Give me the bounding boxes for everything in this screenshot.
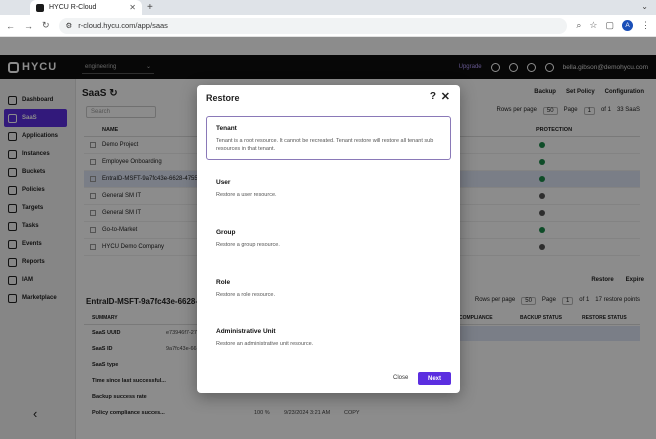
tab-title: HYCU R-Cloud [49,4,97,11]
hycu-favicon-icon [36,3,44,12]
new-tab-button[interactable]: + [147,2,153,13]
close-tab-icon[interactable]: ✕ [129,3,136,12]
browser-tab-strip: HYCU R-Cloud ✕ + ⌄ [0,0,656,15]
forward-icon[interactable]: → [24,21,33,31]
browser-menu-icon[interactable]: ⋮ [641,20,650,31]
next-button[interactable]: Next [418,372,451,385]
address-bar[interactable]: ⚙ r-cloud.hycu.com/app/saas [58,17,568,34]
restore-option-group[interactable]: Group Restore a group resource. [206,220,451,264]
restore-option-administrative-unit[interactable]: Administrative Unit Restore an administr… [206,319,451,363]
zoom-icon[interactable]: ⌕ [576,20,581,31]
bookmark-star-icon[interactable]: ☆ [589,20,597,31]
close-icon[interactable]: ✕ [441,90,450,103]
restore-dialog: Restore ? ✕ Tenant Tenant is a root reso… [197,85,460,393]
dialog-title: Restore [206,93,240,103]
restore-option-tenant[interactable]: Tenant Tenant is a root resource. It can… [206,116,451,160]
help-icon[interactable]: ? [430,91,436,102]
browser-tab[interactable]: HYCU R-Cloud ✕ [30,0,142,15]
chevron-down-icon[interactable]: ⌄ [641,2,648,11]
restore-option-role[interactable]: Role Restore a role resource. [206,270,451,314]
extensions-icon[interactable]: ▢ [605,20,614,31]
url-text: r-cloud.hycu.com/app/saas [78,21,168,30]
reload-icon[interactable]: ↻ [42,20,50,31]
restore-option-user[interactable]: User Restore a user resource. [206,170,451,214]
back-icon[interactable]: ← [6,21,15,31]
site-info-icon[interactable]: ⚙ [66,21,73,30]
close-button[interactable]: Close [393,375,408,381]
browser-toolbar: ← → ↻ ⚙ r-cloud.hycu.com/app/saas ⌕ ☆ ▢ … [0,15,656,37]
profile-avatar[interactable]: A [622,20,633,31]
